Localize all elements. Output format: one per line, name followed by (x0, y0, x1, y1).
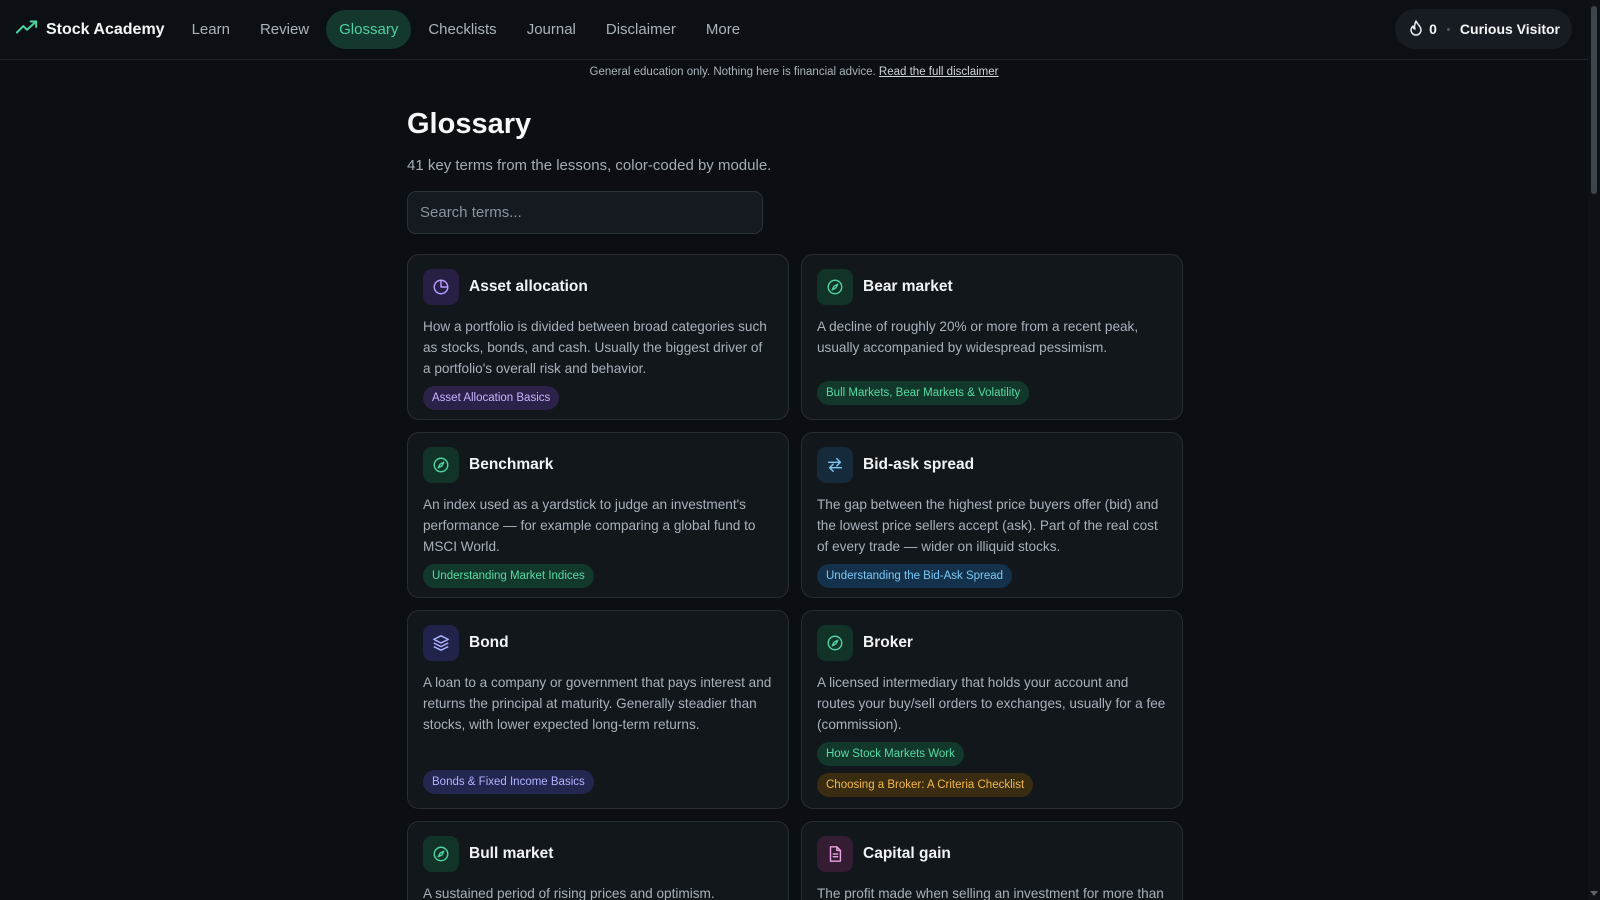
term-title: Broker (863, 634, 913, 651)
streak-count: 0 (1429, 21, 1437, 37)
module-tags: Bonds & Fixed Income Basics (423, 770, 594, 794)
nav-glossary[interactable]: Glossary (326, 10, 412, 49)
term-definition: A decline of roughly 20% or more from a … (817, 319, 1139, 355)
glossary-card: Broker A licensed intermediary that hold… (801, 610, 1183, 809)
trending-up-icon (15, 19, 38, 40)
module-tags: Understanding the Bid-Ask Spread (817, 564, 1167, 588)
module-tag[interactable]: Asset Allocation Basics (423, 386, 560, 410)
module-tag[interactable]: Bull Markets, Bear Markets & Volatility (817, 381, 1030, 405)
glossary-grid: Asset allocation How a portfolio is divi… (407, 254, 1183, 900)
document-icon (817, 836, 853, 872)
disclaimer-text: General education only. Nothing here is … (589, 66, 876, 78)
term-definition: How a portfolio is divided between broad… (423, 319, 767, 376)
compass-icon (423, 447, 459, 483)
term-title: Bond (469, 634, 509, 651)
module-tag[interactable]: Understanding the Bid-Ask Spread (817, 564, 1013, 588)
page-scrollbar[interactable] (1588, 0, 1600, 900)
glossary-card: Benchmark An index used as a yardstick t… (407, 432, 789, 598)
term-title: Benchmark (469, 456, 554, 473)
module-tags: Bull Markets, Bear Markets & Volatility (817, 381, 1030, 405)
compass-icon (817, 625, 853, 661)
brand-logo[interactable]: Stock Academy (15, 19, 165, 40)
glossary-card: Capital gain The profit made when sellin… (801, 821, 1183, 900)
module-tag[interactable]: Choosing a Broker: A Criteria Checklist (817, 773, 1034, 797)
scroll-down-arrow-icon[interactable] (1590, 891, 1598, 896)
streak-counter: 0 (1409, 19, 1437, 39)
nav-review[interactable]: Review (247, 10, 322, 49)
nav-checklists[interactable]: Checklists (415, 10, 509, 49)
glossary-card: Bear market A decline of roughly 20% or … (801, 254, 1183, 420)
disclaimer-link[interactable]: Read the full disclaimer (879, 66, 999, 78)
glossary-card: Bull market A sustained period of rising… (407, 821, 789, 900)
page-title: Glossary (407, 108, 532, 140)
term-definition: A licensed intermediary that holds your … (817, 675, 1166, 732)
separator-dot (1446, 27, 1450, 31)
glossary-header: Glossary 41 key terms from the lessons, … (407, 108, 1183, 234)
top-nav-bar: Stock Academy Learn Review Glossary Chec… (0, 0, 1588, 60)
term-definition: The profit made when selling an investme… (817, 886, 1164, 900)
module-tag[interactable]: Understanding Market Indices (423, 564, 594, 588)
search-input[interactable] (407, 191, 763, 234)
module-tag[interactable]: How Stock Markets Work (817, 742, 964, 766)
nav-disclaimer[interactable]: Disclaimer (593, 10, 689, 49)
term-title: Bear market (863, 278, 953, 295)
term-definition: A loan to a company or government that p… (423, 675, 772, 732)
module-tags: Understanding Market Indices (423, 564, 773, 588)
nav-learn[interactable]: Learn (179, 10, 243, 49)
module-tag[interactable]: Bonds & Fixed Income Basics (423, 770, 594, 794)
term-title: Capital gain (863, 845, 951, 862)
term-title: Bid-ask spread (863, 456, 975, 473)
glossary-card: Asset allocation How a portfolio is divi… (407, 254, 789, 420)
user-name: Curious Visitor (1459, 21, 1560, 37)
nav-more[interactable]: More (693, 10, 753, 49)
module-tags: How Stock Markets Work Choosing a Broker… (817, 742, 1167, 797)
arrows-swap-icon (817, 447, 853, 483)
term-title: Bull market (469, 845, 554, 862)
term-title: Asset allocation (469, 278, 588, 295)
glossary-card: Bid-ask spread The gap between the highe… (801, 432, 1183, 598)
compass-icon (423, 836, 459, 872)
term-definition: An index used as a yardstick to judge an… (423, 497, 756, 554)
layers-icon (423, 625, 459, 661)
pie-chart-icon (423, 269, 459, 305)
page-subtitle: 41 key terms from the lessons, color-cod… (407, 157, 772, 174)
glossary-card: Bond A loan to a company or government t… (407, 610, 789, 809)
scrollbar-thumb[interactable] (1591, 6, 1597, 194)
nav-journal[interactable]: Journal (514, 10, 589, 49)
term-definition: The gap between the highest price buyers… (817, 497, 1159, 554)
compass-icon (817, 269, 853, 305)
flame-icon (1409, 19, 1423, 39)
main-nav: Learn Review Glossary Checklists Journal… (179, 10, 754, 49)
term-definition: A sustained period of rising prices and … (423, 886, 715, 900)
user-menu-button[interactable]: 0 Curious Visitor (1395, 9, 1572, 49)
module-tags: Asset Allocation Basics (423, 386, 773, 410)
brand-name: Stock Academy (46, 20, 165, 38)
disclaimer-banner: General education only. Nothing here is … (0, 66, 1588, 78)
